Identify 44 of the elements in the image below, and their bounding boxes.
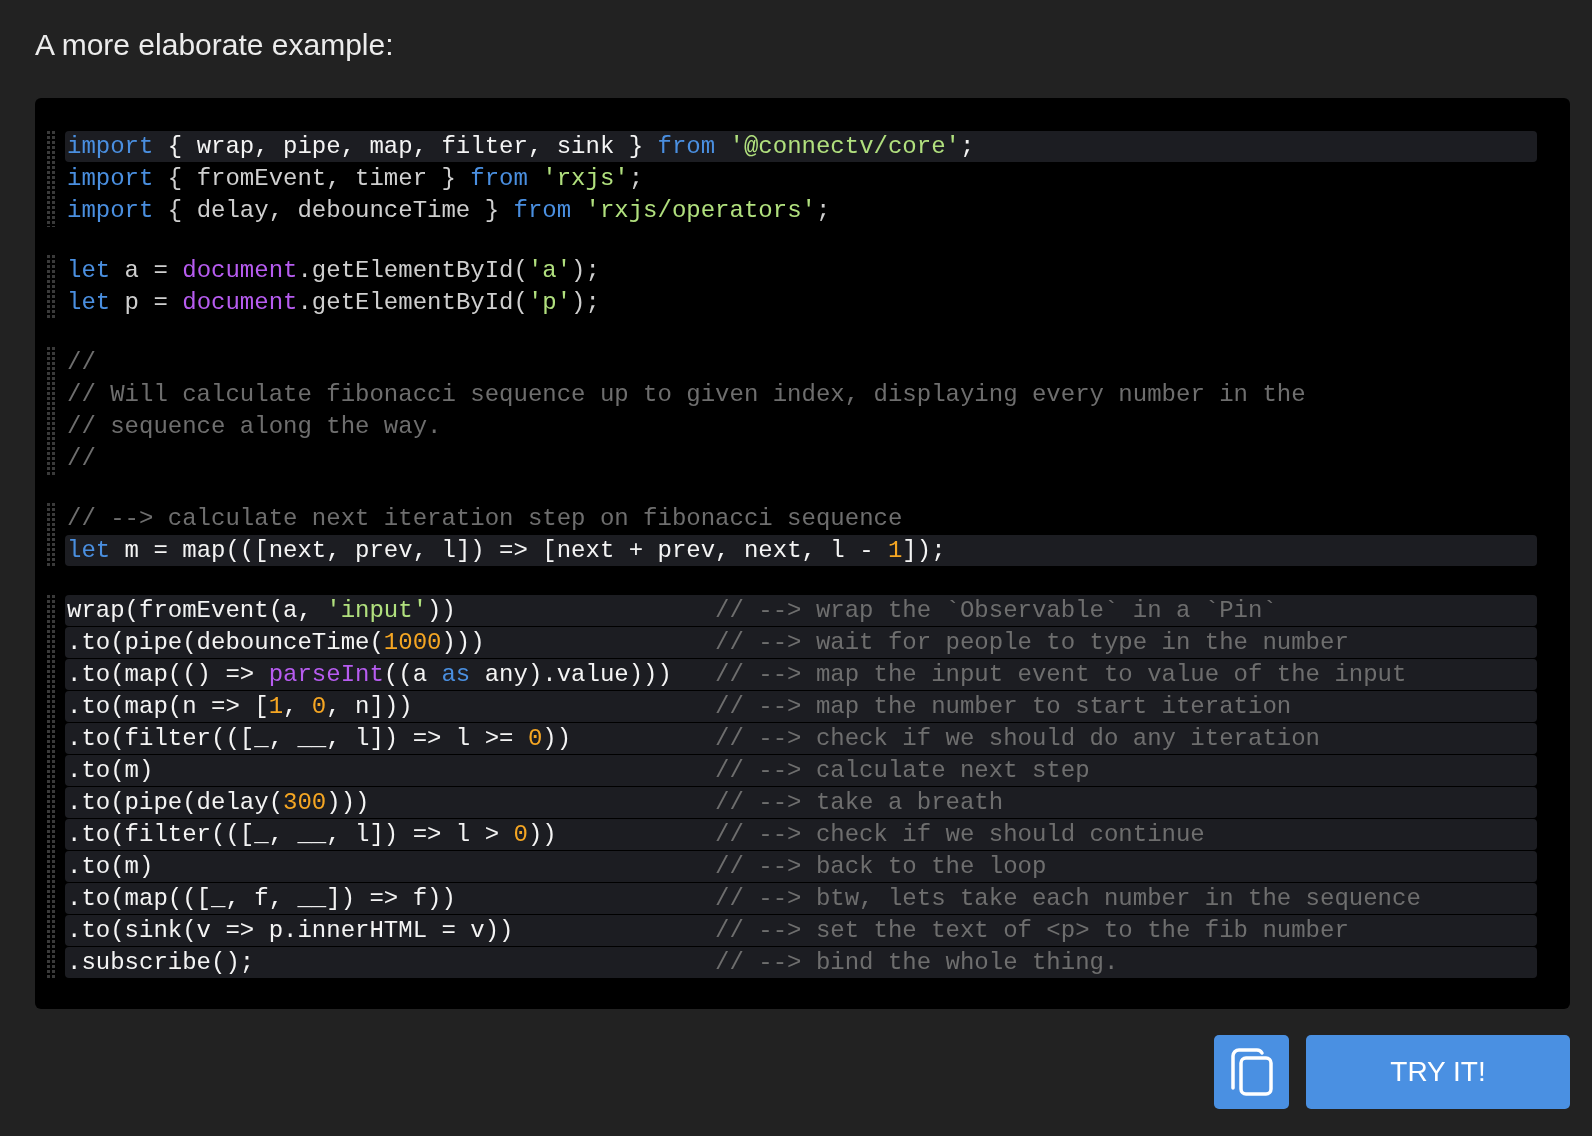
copy-icon	[1230, 1048, 1273, 1096]
code-comment: // --> wait for people to type in the number	[715, 628, 1349, 658]
code-line: .to(m)	[67, 756, 154, 786]
code-line: let a = document.getElementById('a');	[67, 256, 600, 286]
code-line: wrap(fromEvent(a, 'input'))	[67, 596, 456, 626]
code-comment: // --> back to the loop	[715, 852, 1047, 882]
code-comment: // --> check if we should continue	[715, 820, 1205, 850]
code-comment: // --> take a breath	[715, 788, 1004, 818]
code-line: .to(map(([_, f, __]) => f))	[67, 884, 456, 914]
code-line: let p = document.getElementById('p');	[67, 288, 600, 318]
grip-dots-icon	[47, 503, 57, 567]
code-comment: // --> wrap the `Observable` in a `Pin`	[715, 596, 1277, 626]
section-heading: A more elaborate example:	[35, 27, 394, 63]
grip-dots-icon	[47, 347, 57, 475]
code-line: .to(pipe(delay(300)))	[67, 788, 370, 818]
code-line: //	[67, 444, 96, 474]
code-line: import { fromEvent, timer } from 'rxjs';	[67, 164, 644, 194]
grip-dots-icon	[47, 131, 57, 227]
code-line: .to(pipe(debounceTime(1000)))	[67, 628, 485, 658]
try-it-button[interactable]: TRY IT!	[1306, 1035, 1570, 1109]
code-line: .to(sink(v => p.innerHTML = v))	[67, 916, 514, 946]
code-line: .to(filter(([_, __, l]) => l > 0))	[67, 820, 557, 850]
code-comment: // --> set the text of <p> to the fib number	[715, 916, 1349, 946]
code-line: .to(map(n => [1, 0, n]))	[67, 692, 413, 722]
code-line: .to(map(() => parseInt((a as any).value)))	[67, 660, 672, 690]
code-line: // sequence along the way.	[67, 412, 442, 442]
code-line: import { delay, debounceTime } from 'rxjs/operators';	[67, 196, 831, 226]
code-line: .subscribe();	[67, 948, 255, 978]
code-comment: // --> btw, lets take each number in the sequence	[715, 884, 1421, 914]
copy-button[interactable]	[1214, 1035, 1289, 1109]
code-comment: // --> bind the whole thing.	[715, 948, 1119, 978]
code-line: let m = map(([next, prev, l]) => [next + prev, next, l - 1]);	[67, 536, 946, 566]
code-line: // Will calculate fibonacci sequence up to given index, displaying every number in the	[67, 380, 1306, 410]
code-comment: // --> map the number to start iteration	[715, 692, 1292, 722]
grip-dots-icon	[47, 255, 57, 319]
code-comment: // --> check if we should do any iteration	[715, 724, 1320, 754]
code-line: .to(filter(([_, __, l]) => l >= 0))	[67, 724, 572, 754]
code-line: import { wrap, pipe, map, filter, sink } from '@connectv/core';	[67, 132, 975, 162]
grip-dots-icon	[47, 595, 57, 979]
code-line: .to(m)	[67, 852, 154, 882]
code-line: //	[67, 348, 96, 378]
code-comment: // --> map the input event to value of the input	[715, 660, 1407, 690]
code-line: // --> calculate next iteration step on fibonacci sequence	[67, 504, 903, 534]
code-comment: // --> calculate next step	[715, 756, 1090, 786]
